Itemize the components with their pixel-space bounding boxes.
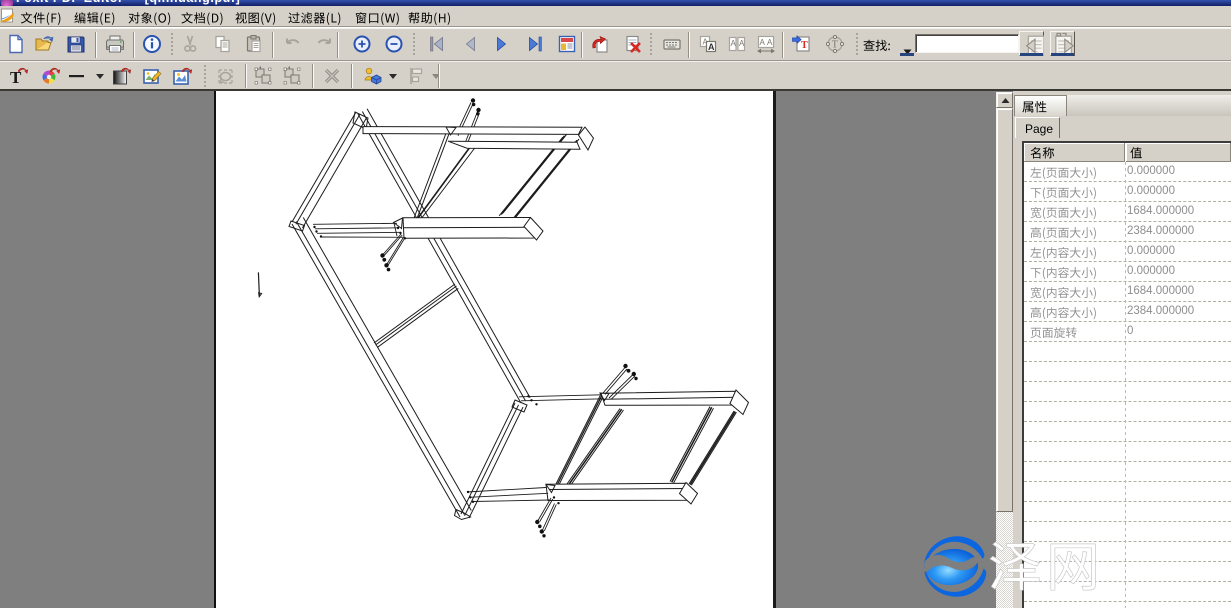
svg-text:A: A <box>767 38 773 47</box>
svg-text:A: A <box>708 42 715 52</box>
svg-text:T: T <box>801 40 808 51</box>
svg-text:A: A <box>731 39 737 48</box>
svg-text:T: T <box>832 40 838 51</box>
svg-text:A: A <box>760 38 766 47</box>
svg-text:A: A <box>739 39 745 48</box>
